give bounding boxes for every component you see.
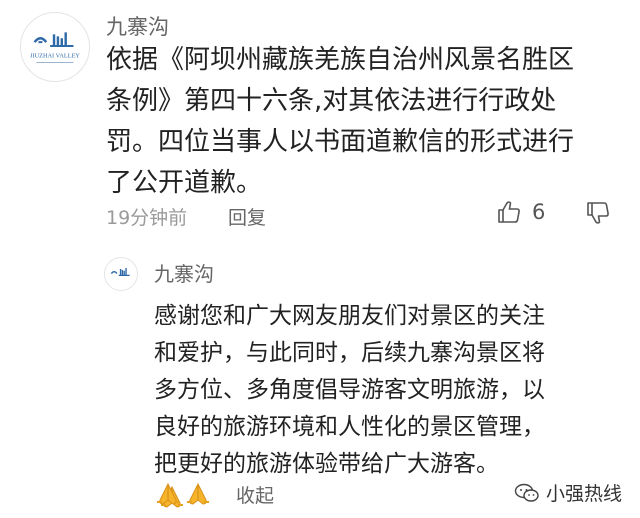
like-count: 6: [532, 200, 546, 224]
reply-line: 良好的旅游环境和人性化的景区管理，: [154, 414, 545, 440]
like-button[interactable]: 6: [496, 199, 545, 225]
comment-author[interactable]: 九寨沟: [106, 17, 169, 38]
comment-avatar[interactable]: JIUZHAI VALLEY: [20, 12, 90, 82]
comment-line: 依据《阿坝州藏族羌族自治州风景名胜区: [106, 45, 575, 75]
wechat-icon: [514, 483, 540, 503]
praying-hands-emoji: [184, 480, 212, 508]
thumbs-down-icon: [585, 200, 611, 226]
jiuzhai-logo-icon: JIUZHAI VALLEY: [30, 32, 80, 64]
reply-author[interactable]: 九寨沟: [154, 264, 214, 284]
watermark-text: 小强热线: [545, 483, 622, 505]
thumbs-up-icon: [496, 199, 522, 225]
watermark: 小强热线: [514, 479, 622, 506]
reply-line: 把更好的旅游体验带给广大游客。: [154, 451, 499, 477]
comment-line: 条例》第四十六条,对其依法进行行政处: [106, 86, 557, 116]
praying-hands-emoji: [154, 480, 182, 508]
reply-line: 感谢您和广大网友朋友们对景区的关注: [154, 303, 545, 329]
comment-line: 了公开道歉。: [106, 168, 263, 198]
collapse-button[interactable]: 收起: [236, 481, 274, 508]
reply-avatar[interactable]: [104, 257, 138, 291]
jiuzhai-logo-icon: [110, 268, 130, 276]
reply-line: 多方位、多角度倡导游客文明旅游，以: [154, 377, 545, 403]
comment-time: 19分钟前: [106, 207, 188, 229]
comment-line: 罚。四位当事人以书面道歉信的形式进行: [106, 127, 575, 157]
collapse-row: 收起: [154, 480, 274, 508]
reply-button[interactable]: 回复: [228, 203, 266, 230]
comment-text: 依据《阿坝州藏族羌族自治州风景名胜区 条例》第四十六条,对其依法进行行政处 罚。…: [106, 40, 626, 204]
dislike-button[interactable]: [585, 200, 611, 226]
svg-text:JIUZHAI VALLEY: JIUZHAI VALLEY: [30, 53, 80, 60]
reply-line: 和爱护，与此同时，后续九寨沟景区将: [154, 340, 545, 366]
